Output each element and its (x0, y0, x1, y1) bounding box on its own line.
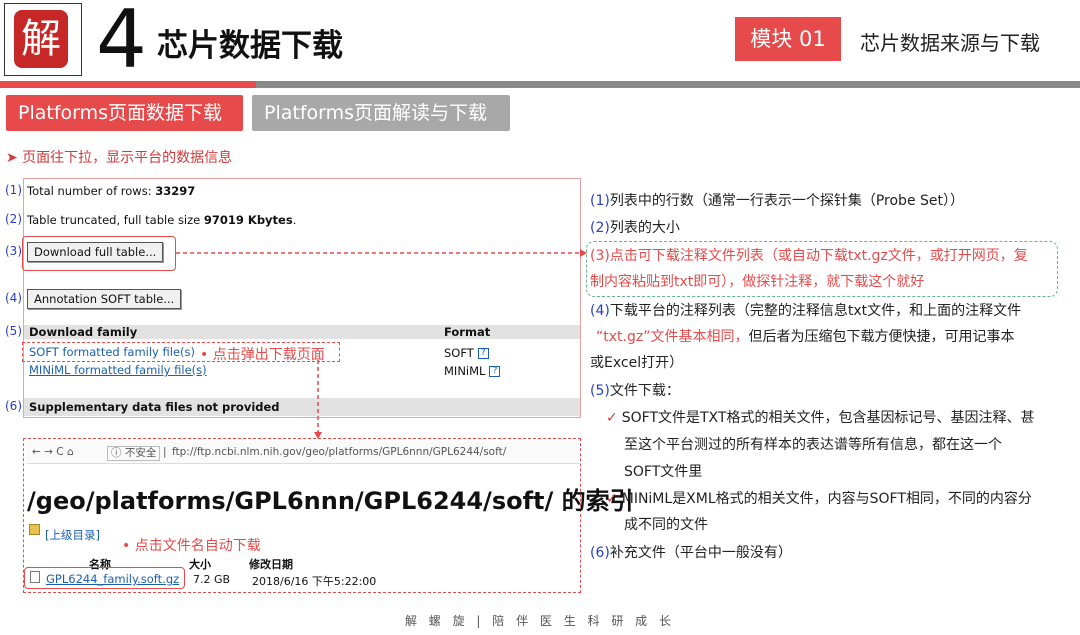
table-size-suffix: . (292, 213, 297, 227)
tab-platforms-interpret[interactable]: Platforms页面解读与下载 (252, 95, 510, 131)
connector-arrow-1 (176, 249, 587, 257)
logo-seal: 解 (14, 10, 68, 68)
file-date: 2018/6/16 下午5:22:00 (252, 575, 377, 588)
explain-4-cont: “txt.gz”文件基本相同，但后者为压缩包下载方便快捷，可用记事本 (596, 324, 1014, 350)
address-separator: | (163, 446, 167, 458)
explain-5-bullet-1-c: SOFT文件里 (624, 464, 703, 480)
label-num-5: (5) (5, 324, 22, 338)
explain-4-end: 或Excel打开） (590, 355, 684, 371)
file-size: 7.2 GB (193, 573, 231, 586)
explain-5-bullet-1-a: SOFT文件是TXT格式的相关文件，包含基因标记号、基因注释、甚 (621, 410, 1035, 426)
check-icon: ✓ (606, 491, 618, 507)
explain-5-bullet-2-a: MINiML是XML格式的相关文件，内容与SOFT相同，不同的内容分 (621, 491, 1032, 507)
explain-2-num: (2) (590, 220, 610, 236)
explain-5-text: 文件下载： (609, 383, 680, 399)
explain-6: (6)补充文件（平台中一般没有） (590, 540, 792, 566)
footer-slogan: 解 螺 旋 | 陪 伴 医 生 科 研 成 长 (404, 614, 675, 628)
help-icon[interactable]: ? (489, 366, 501, 377)
table-size-value: 97019 Kbytes (203, 213, 293, 227)
miniml-family-link[interactable]: MINiML formatted family file(s) (29, 363, 207, 377)
soft-format-label: SOFT (444, 346, 474, 360)
section-number: 4 (96, 0, 147, 86)
check-icon: ✓ (606, 410, 618, 426)
format-header: Format (444, 325, 491, 339)
address-url[interactable]: ftp://ftp.ncbi.nlm.nih.gov/geo/platforms… (172, 446, 506, 458)
explain-2-text: 列表的大小 (609, 220, 680, 236)
miniml-format-label: MINiML (444, 364, 486, 378)
col-date-header: 修改日期 (249, 558, 293, 571)
ftp-index-heading: /geo/platforms/GPL6nnn/GPL6244/soft/ 的索引 (27, 487, 634, 515)
explain-1-text: 列表中的行数（通常一行表示一个探针集（Probe Set）） (609, 193, 964, 209)
explain-5-num: (5) (590, 383, 610, 399)
file-icon (30, 571, 40, 583)
intro-text: ➤ 页面往下拉，显示平台的数据信息 (6, 150, 233, 166)
browser-nav-icons[interactable]: ← → C ⌂ (32, 446, 74, 458)
explain-5-bullet-1-b: 至这个平台测过的所有样本的表达谱等所有信息，都在这一个 (624, 437, 1002, 453)
module-badge: 模块 01 (735, 17, 841, 61)
popup-note: • 点击弹出下载页面 (200, 347, 325, 363)
explain-5-bullet-2: ✓ MINiML是XML格式的相关文件，内容与SOFT相同，不同的内容分 (606, 486, 1032, 512)
total-rows-value: 33297 (155, 184, 196, 198)
explain-3-cont: 制内容粘贴到txt即可），做探针注释，就下载这个就好 (590, 269, 924, 295)
explain-3-num: (3) (590, 248, 610, 264)
help-icon[interactable]: ? (477, 348, 489, 359)
security-indicator[interactable]: ⓘ 不安全 (107, 446, 161, 461)
header-divider-accent (0, 81, 256, 88)
explain-4-text-b: 但后者为压缩包下载方便快捷，可用记事本 (748, 329, 1015, 345)
soft-format: SOFT? (444, 346, 489, 360)
explain-1: (1)列表中的行数（通常一行表示一个探针集（Probe Set）） (590, 188, 964, 214)
explain-3-text-c: ，做探针注释，就下载这个就好 (728, 274, 925, 290)
explain-4-text-a: 下载平台的注释列表（完整的注释信息txt文件，和上面的注释文件 (609, 303, 1022, 319)
total-rows: Total number of rows: 33297 (27, 184, 195, 198)
label-num-1: (1) (5, 183, 22, 197)
explain-5-bullet-2-b: 成不同的文件 (624, 517, 708, 533)
col-size-header: 大小 (189, 558, 211, 571)
folder-up-icon[interactable] (29, 524, 40, 535)
page-title: 芯片数据下载 (157, 28, 343, 64)
explain-4-num: (4) (590, 303, 610, 319)
tab-platforms-download[interactable]: Platforms页面数据下载 (6, 95, 243, 131)
explain-6-num: (6) (590, 545, 610, 561)
connector-arrow-2 (314, 360, 322, 439)
download-family-header: Download family (29, 325, 138, 339)
supplementary-text: Supplementary data files not provided (29, 400, 280, 414)
explain-3-text-a: 点击可下载注释文件列表（或自动下载txt.gz文件，或打开网页，复 (609, 248, 1028, 264)
auto-download-note: • 点击文件名自动下载 (122, 538, 261, 554)
label-num-2: (2) (5, 212, 22, 226)
explain-1-num: (1) (590, 193, 610, 209)
explain-3-text-b: 制内容粘贴到txt即可） (590, 274, 729, 290)
label-num-4: (4) (5, 291, 22, 305)
soft-gz-file-link[interactable]: GPL6244_family.soft.gz (46, 572, 179, 586)
explain-6-text: 补充文件（平台中一般没有） (609, 545, 792, 561)
annotation-soft-table-button[interactable]: Annotation SOFT table... (27, 289, 182, 309)
parent-directory-link[interactable]: [上级目录] (45, 527, 100, 543)
label-num-6: (6) (5, 399, 22, 413)
download-full-table-button[interactable]: Download full table... (27, 242, 164, 262)
table-size: Table truncated, full table size 97019 K… (27, 213, 296, 227)
explain-4: (4)下载平台的注释列表（完整的注释信息txt文件，和上面的注释文件 (590, 298, 1021, 324)
table-size-label: Table truncated, full table size (27, 213, 204, 227)
explain-5: (5)文件下载： (590, 378, 680, 404)
explain-2: (2)列表的大小 (590, 215, 680, 241)
miniml-format: MINiML? (444, 364, 501, 378)
total-rows-label: Total number of rows: (27, 184, 156, 198)
explain-4-text-red: “txt.gz”文件基本相同， (596, 329, 749, 345)
label-num-3: (3) (5, 244, 22, 258)
soft-family-link[interactable]: SOFT formatted family file(s) (29, 345, 195, 359)
explain-5-bullet-1: ✓ SOFT文件是TXT格式的相关文件，包含基因标记号、基因注释、甚 (606, 405, 1034, 431)
module-title: 芯片数据来源与下载 (860, 31, 1040, 55)
explain-3: (3)点击可下载注释文件列表（或自动下载txt.gz文件，或打开网页，复 (590, 243, 1028, 269)
